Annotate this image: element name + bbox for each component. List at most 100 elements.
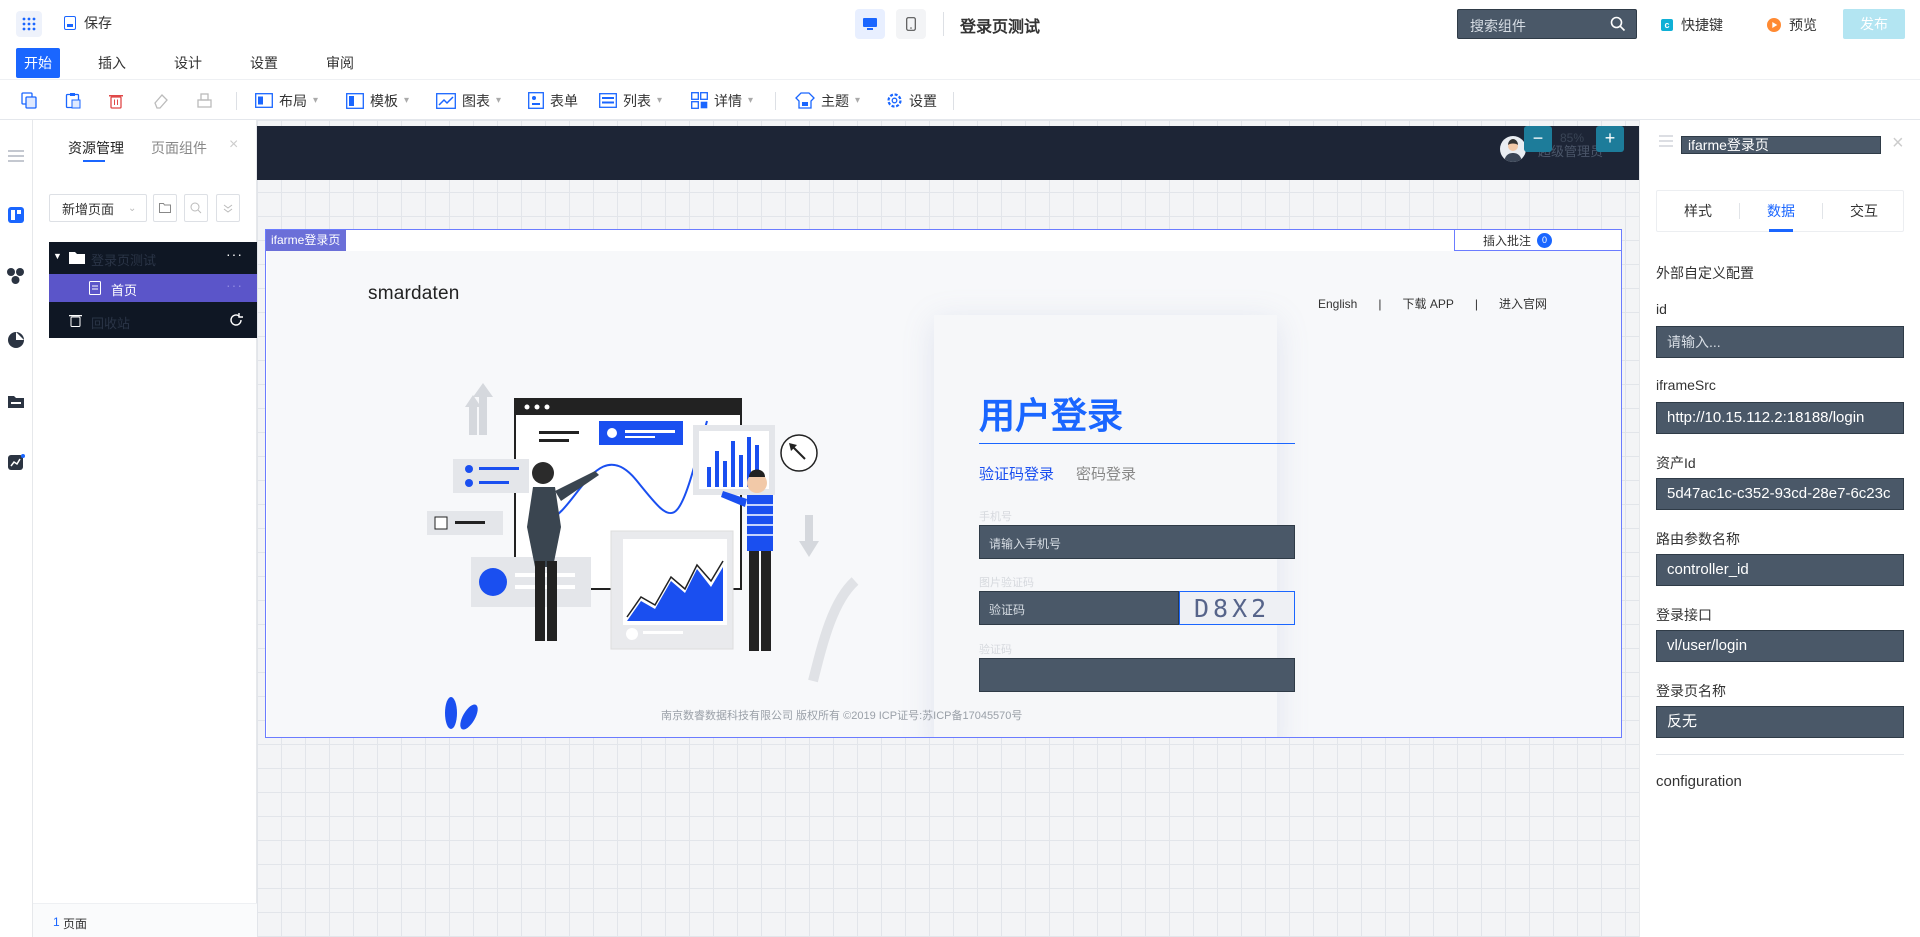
settings-menu[interactable]: 设置 bbox=[886, 80, 937, 121]
field-label-route-param: 路由参数名称 bbox=[1656, 531, 1740, 547]
preview-button[interactable]: 预览 bbox=[1767, 15, 1817, 35]
tree-page-row[interactable]: 首页 ··· bbox=[49, 274, 257, 302]
detail-icon bbox=[691, 92, 708, 109]
tab-style[interactable]: 样式 bbox=[1657, 191, 1739, 231]
zoom-in-button[interactable]: + bbox=[1596, 126, 1624, 152]
tab-resource-management[interactable]: 资源管理 bbox=[68, 138, 124, 158]
tab-insert[interactable]: 插入 bbox=[90, 47, 134, 79]
chart-menu[interactable]: 图表 ▾ bbox=[436, 80, 501, 121]
zoom-out-button[interactable]: − bbox=[1524, 126, 1552, 152]
id-input[interactable]: 请输入... bbox=[1656, 326, 1904, 358]
copy-icon[interactable] bbox=[21, 92, 38, 109]
resource-panel: 资源管理 页面组件 × 新增页面 ⌄ ▼ 登录页测试 ··· 首页 ··· 回收… bbox=[33, 120, 257, 937]
login-page-name-input[interactable]: 反无 bbox=[1656, 706, 1904, 738]
captcha-placeholder: 验证码 bbox=[989, 603, 1026, 617]
eraser-icon[interactable] bbox=[152, 92, 169, 109]
tab-settings[interactable]: 设置 bbox=[242, 47, 286, 79]
toolbar-divider bbox=[775, 92, 776, 110]
more-icon[interactable]: ··· bbox=[226, 246, 243, 262]
form-label: 表单 bbox=[550, 92, 578, 109]
desktop-view-button[interactable] bbox=[855, 9, 885, 39]
components-icon[interactable] bbox=[6, 266, 26, 286]
template-menu[interactable]: 模板 ▾ bbox=[346, 80, 409, 121]
search-box[interactable]: 搜索组件 bbox=[1457, 9, 1637, 39]
new-page-button[interactable]: 新增页面 ⌄ bbox=[49, 194, 147, 222]
tab-design[interactable]: 设计 bbox=[166, 47, 210, 79]
publish-button[interactable]: 发布 bbox=[1843, 9, 1905, 39]
shortcut-button[interactable]: c 快捷键 bbox=[1661, 15, 1723, 35]
tree-recycle-row[interactable]: 回收站 bbox=[49, 304, 257, 336]
close-icon[interactable]: × bbox=[1892, 132, 1904, 155]
login-api-input[interactable]: vl/user/login bbox=[1656, 630, 1904, 662]
component-name-input[interactable]: ifarme登录页 bbox=[1681, 136, 1881, 154]
captcha-image[interactable]: D8X2 bbox=[1179, 591, 1295, 625]
search-icon[interactable] bbox=[1610, 16, 1626, 32]
component-tag[interactable]: ifarme登录页 bbox=[266, 230, 347, 251]
tab-password-login[interactable]: 密码登录 bbox=[1076, 463, 1136, 484]
form-menu[interactable]: 表单 bbox=[528, 80, 578, 121]
delete-icon[interactable] bbox=[108, 92, 124, 109]
paste-icon[interactable] bbox=[65, 92, 82, 109]
pie-chart-icon[interactable] bbox=[6, 330, 26, 350]
collapse-button[interactable] bbox=[216, 194, 240, 222]
search-tree-button[interactable] bbox=[184, 194, 208, 222]
analytics-icon[interactable] bbox=[6, 452, 26, 472]
more-icon[interactable]: ··· bbox=[226, 277, 243, 293]
chart-icon bbox=[436, 92, 456, 109]
detail-menu[interactable]: 详情 ▾ bbox=[691, 80, 753, 121]
nav-download-link[interactable]: 下载 APP bbox=[1402, 295, 1453, 312]
list-menu[interactable]: 列表 ▾ bbox=[599, 80, 662, 121]
tab-review[interactable]: 审阅 bbox=[318, 47, 362, 79]
design-canvas[interactable]: 超级管理员 − 85% + ifarme登录页 插入批注 0 smardaten… bbox=[257, 120, 1639, 937]
save-label: 保存 bbox=[84, 15, 112, 31]
phone-placeholder: 请输入手机号 bbox=[989, 537, 1062, 551]
menu-icon[interactable] bbox=[6, 146, 26, 166]
chevron-down-icon: ⌄ bbox=[128, 202, 137, 214]
annotation-button[interactable]: 插入批注 0 bbox=[1454, 230, 1621, 251]
tab-page-components[interactable]: 页面组件 bbox=[151, 138, 207, 158]
tree-page-label: 首页 bbox=[111, 283, 138, 298]
phone-input[interactable]: 请输入手机号 bbox=[979, 525, 1295, 559]
list-label: 列表 bbox=[623, 92, 651, 109]
iframe-src-input[interactable]: http://10.15.112.2:18188/login bbox=[1656, 402, 1904, 434]
layout-menu[interactable]: 布局 ▾ bbox=[255, 80, 318, 121]
detail-label: 详情 bbox=[714, 92, 742, 109]
apps-grid-icon[interactable] bbox=[16, 11, 42, 37]
folder-icon bbox=[159, 203, 171, 213]
captcha-text: D8X2 bbox=[1194, 594, 1271, 623]
captcha-input[interactable]: 验证码 bbox=[979, 591, 1179, 625]
nav-official-site-link[interactable]: 进入官网 bbox=[1499, 295, 1547, 312]
pages-icon[interactable] bbox=[6, 205, 26, 225]
asset-id-input[interactable]: 5d47ac1c-c352-93cd-28e7-6c23c bbox=[1656, 478, 1904, 510]
tree-folder-label: 登录页测试 bbox=[91, 253, 157, 268]
mobile-icon bbox=[906, 17, 916, 31]
mobile-view-button[interactable] bbox=[896, 9, 926, 39]
tree-folder-row[interactable]: ▼ 登录页测试 ··· bbox=[49, 242, 257, 273]
chevron-down-icon: ▾ bbox=[496, 95, 502, 106]
route-param-input[interactable]: controller_id bbox=[1656, 554, 1904, 586]
new-folder-button[interactable] bbox=[153, 194, 177, 222]
properties-panel: ifarme登录页 × 样式 数据 交互 外部自定义配置 id 请输入... i… bbox=[1639, 120, 1920, 937]
chevron-down-icon: ▾ bbox=[748, 95, 754, 106]
nav-english-link[interactable]: English bbox=[1318, 297, 1357, 311]
page-count: 1 bbox=[53, 915, 60, 929]
tab-interaction[interactable]: 交互 bbox=[1823, 191, 1905, 231]
search-input[interactable]: 搜索组件 bbox=[1470, 16, 1526, 36]
iframe-component[interactable]: ifarme登录页 插入批注 0 smardaten English | 下载 … bbox=[265, 229, 1622, 738]
theme-menu[interactable]: 主题 ▾ bbox=[795, 80, 860, 121]
layout-icon bbox=[255, 93, 273, 108]
menu-icon[interactable] bbox=[1659, 135, 1673, 147]
settings-label: 设置 bbox=[909, 92, 937, 109]
new-page-label: 新增页面 bbox=[62, 201, 115, 217]
sms-input[interactable] bbox=[979, 658, 1295, 692]
refresh-icon[interactable] bbox=[229, 313, 243, 327]
save-button[interactable]: 保存 bbox=[64, 13, 112, 33]
tab-data[interactable]: 数据 bbox=[1740, 191, 1822, 231]
tab-sms-login[interactable]: 验证码登录 bbox=[979, 463, 1054, 484]
close-icon[interactable]: × bbox=[229, 136, 238, 154]
login-card: 用户登录 验证码登录 密码登录 手机号 请输入手机号 图片验证码 验证码 D8X… bbox=[934, 315, 1295, 737]
brush-icon[interactable] bbox=[196, 92, 213, 109]
toolbar-divider bbox=[953, 92, 954, 110]
tab-start[interactable]: 开始 bbox=[16, 48, 60, 78]
folder-icon[interactable] bbox=[6, 391, 26, 411]
